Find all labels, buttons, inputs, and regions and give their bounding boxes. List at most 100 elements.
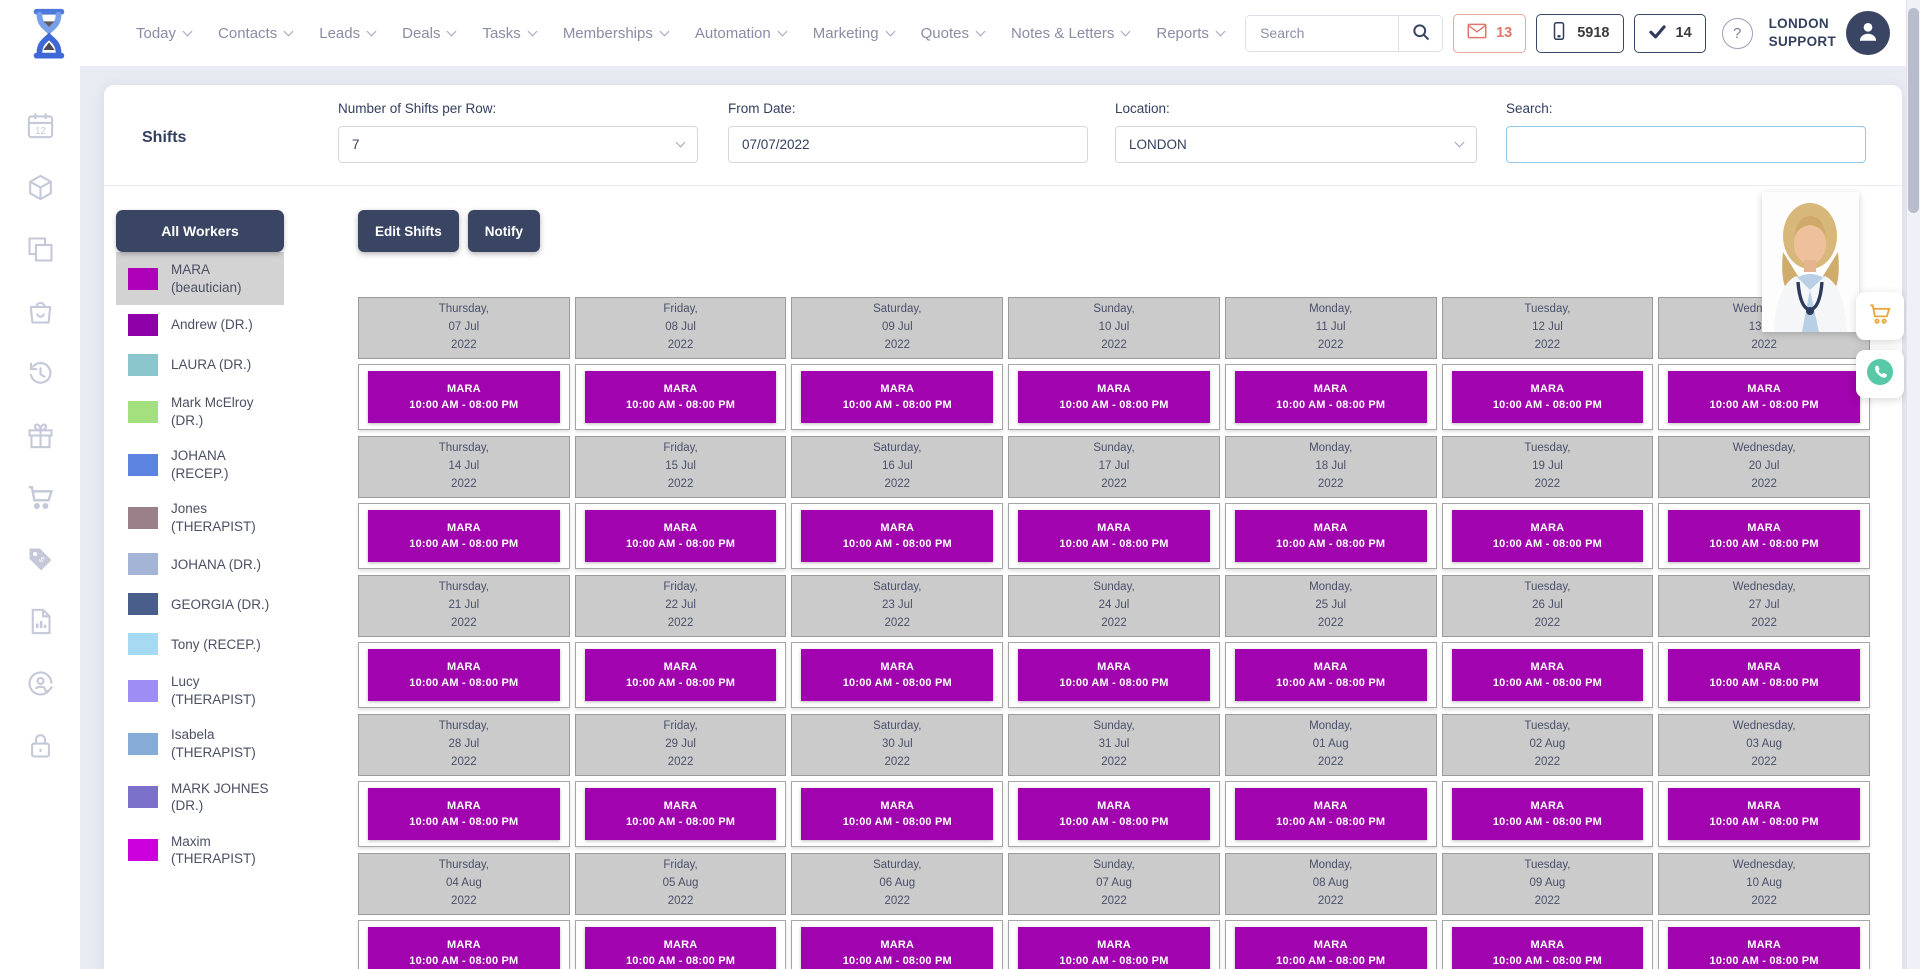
shift-entry[interactable]: MARA10:00 AM - 08:00 PM <box>1018 649 1210 701</box>
shift-entry[interactable]: MARA10:00 AM - 08:00 PM <box>585 510 777 562</box>
shift-entry[interactable]: MARA10:00 AM - 08:00 PM <box>1452 788 1644 840</box>
shift-entry[interactable]: MARA10:00 AM - 08:00 PM <box>585 788 777 840</box>
worker-row-mark-johnes-dr[interactable]: MARK JOHNES (DR.) <box>116 771 284 824</box>
shift-entry[interactable]: MARA10:00 AM - 08:00 PM <box>368 371 560 423</box>
shift-entry[interactable]: MARA10:00 AM - 08:00 PM <box>1018 927 1210 969</box>
notify-button[interactable]: Notify <box>468 210 540 252</box>
shift-entry[interactable]: MARA10:00 AM - 08:00 PM <box>368 788 560 840</box>
worker-row-isabela-therapist[interactable]: Isabela (THERAPIST) <box>116 717 284 770</box>
shift-cell: MARA10:00 AM - 08:00 PM <box>1442 642 1654 708</box>
day-weekday: Tuesday, <box>1524 440 1570 458</box>
shift-entry[interactable]: MARA10:00 AM - 08:00 PM <box>585 371 777 423</box>
nav-item-leads[interactable]: Leads <box>319 25 375 42</box>
nav-item-today[interactable]: Today <box>136 25 191 42</box>
nav-item-notes-letters[interactable]: Notes & Letters <box>1011 25 1129 42</box>
week-row: Thursday,04 Aug2022Friday,05 Aug2022Satu… <box>358 853 1870 969</box>
worker-row-maxim-therapist[interactable]: Maxim (THERAPIST) <box>116 824 284 877</box>
shift-entry[interactable]: MARA10:00 AM - 08:00 PM <box>1235 649 1427 701</box>
shift-entry[interactable]: MARA10:00 AM - 08:00 PM <box>368 927 560 969</box>
worker-row-mark-mcelroy-dr[interactable]: Mark McElroy (DR.) <box>116 385 284 438</box>
nav-item-deals[interactable]: Deals <box>402 25 455 42</box>
shift-worker-name: MARA <box>447 383 481 395</box>
shift-entry[interactable]: MARA10:00 AM - 08:00 PM <box>801 371 993 423</box>
shifts-per-row-select[interactable]: 7 <box>338 126 698 163</box>
edit-shifts-button[interactable]: Edit Shifts <box>358 210 459 252</box>
shift-entry[interactable]: MARA10:00 AM - 08:00 PM <box>1235 927 1427 969</box>
history-icon[interactable] <box>25 358 56 389</box>
nav-item-tasks[interactable]: Tasks <box>482 25 535 42</box>
worker-row-laura-dr[interactable]: LAURA (DR.) <box>116 345 284 385</box>
shift-entry[interactable]: MARA10:00 AM - 08:00 PM <box>1018 788 1210 840</box>
nav-item-reports[interactable]: Reports <box>1156 25 1224 42</box>
week-row: Thursday,28 Jul2022Friday,29 Jul2022Satu… <box>358 714 1870 847</box>
cart-floating-button[interactable] <box>1856 292 1904 340</box>
shift-entry[interactable]: MARA10:00 AM - 08:00 PM <box>1452 371 1644 423</box>
shift-entry[interactable]: MARA10:00 AM - 08:00 PM <box>801 510 993 562</box>
shift-entry[interactable]: MARA10:00 AM - 08:00 PM <box>1668 649 1860 701</box>
cart-icon[interactable] <box>25 482 56 513</box>
shift-entry[interactable]: MARA10:00 AM - 08:00 PM <box>1018 371 1210 423</box>
shift-entry[interactable]: MARA10:00 AM - 08:00 PM <box>1668 788 1860 840</box>
workers-list: MARA (beautician)Andrew (DR.)LAURA (DR.)… <box>116 252 284 877</box>
scrollbar-thumb[interactable] <box>1908 8 1919 213</box>
shift-entry[interactable]: MARA10:00 AM - 08:00 PM <box>801 649 993 701</box>
report-icon[interactable] <box>25 606 56 637</box>
worker-row-georgia-dr[interactable]: GEORGIA (DR.) <box>116 584 284 624</box>
worker-row-mara-beautician[interactable]: MARA (beautician) <box>116 252 284 305</box>
shift-entry[interactable]: MARA10:00 AM - 08:00 PM <box>585 927 777 969</box>
help-button[interactable]: ? <box>1722 18 1753 49</box>
gift-icon[interactable] <box>25 420 56 451</box>
package-icon[interactable] <box>25 172 56 203</box>
shift-entry[interactable]: MARA10:00 AM - 08:00 PM <box>1668 371 1860 423</box>
worker-row-andrew-dr[interactable]: Andrew (DR.) <box>116 305 284 345</box>
shift-entry[interactable]: MARA10:00 AM - 08:00 PM <box>1452 649 1644 701</box>
worker-row-johana-dr[interactable]: JOHANA (DR.) <box>116 544 284 584</box>
worker-row-johana-recep[interactable]: JOHANA (RECEP.) <box>116 438 284 491</box>
shopping-bag-icon[interactable] <box>25 296 56 327</box>
from-date-input[interactable]: 07/07/2022 <box>728 126 1088 163</box>
shift-entry[interactable]: MARA10:00 AM - 08:00 PM <box>1452 510 1644 562</box>
shift-entry[interactable]: MARA10:00 AM - 08:00 PM <box>1668 927 1860 969</box>
search-button[interactable] <box>1398 16 1442 51</box>
filter-search-input[interactable] <box>1506 126 1866 163</box>
worker-color-swatch <box>128 507 158 529</box>
nav-item-automation[interactable]: Automation <box>695 25 786 42</box>
worker-row-tony-recep[interactable]: Tony (RECEP.) <box>116 624 284 664</box>
shift-entry[interactable]: MARA10:00 AM - 08:00 PM <box>1235 788 1427 840</box>
week-row: Thursday,07 Jul2022Friday,08 Jul2022Satu… <box>358 297 1870 430</box>
search-input[interactable] <box>1246 16 1398 51</box>
calendar-icon[interactable]: 12 <box>25 110 56 141</box>
app-logo-icon[interactable] <box>28 7 70 61</box>
shift-cell: MARA10:00 AM - 08:00 PM <box>575 503 787 569</box>
user-avatar[interactable] <box>1846 11 1890 55</box>
call-floating-button[interactable] <box>1856 350 1904 398</box>
shift-entry[interactable]: MARA10:00 AM - 08:00 PM <box>801 927 993 969</box>
nav-item-memberships[interactable]: Memberships <box>563 25 668 42</box>
shift-entry[interactable]: MARA10:00 AM - 08:00 PM <box>368 649 560 701</box>
lock-icon[interactable] <box>25 730 56 761</box>
page-scrollbar[interactable] <box>1906 0 1920 969</box>
tasks-done-badge[interactable]: 14 <box>1634 14 1706 53</box>
tag-icon[interactable]: $ <box>25 544 56 575</box>
shift-entry[interactable]: MARA10:00 AM - 08:00 PM <box>1018 510 1210 562</box>
shift-entry[interactable]: MARA10:00 AM - 08:00 PM <box>1452 927 1644 969</box>
nav-item-quotes[interactable]: Quotes <box>921 25 984 42</box>
location-select[interactable]: LONDON <box>1115 126 1477 163</box>
worker-row-jones-therapist[interactable]: Jones (THERAPIST) <box>116 491 284 544</box>
shift-entry[interactable]: MARA10:00 AM - 08:00 PM <box>585 649 777 701</box>
all-workers-button[interactable]: All Workers <box>116 210 284 252</box>
shift-entry[interactable]: MARA10:00 AM - 08:00 PM <box>1235 510 1427 562</box>
shift-entry[interactable]: MARA10:00 AM - 08:00 PM <box>1668 510 1860 562</box>
shift-entry[interactable]: MARA10:00 AM - 08:00 PM <box>1235 371 1427 423</box>
user-sync-icon[interactable] <box>25 668 56 699</box>
shift-entry[interactable]: MARA10:00 AM - 08:00 PM <box>801 788 993 840</box>
day-year: 2022 <box>1318 337 1344 355</box>
phone-badge[interactable]: 5918 <box>1536 14 1623 53</box>
mail-badge[interactable]: 13 <box>1453 14 1526 53</box>
nav-item-contacts[interactable]: Contacts <box>218 25 292 42</box>
shift-cell: MARA10:00 AM - 08:00 PM <box>1225 642 1437 708</box>
shift-entry[interactable]: MARA10:00 AM - 08:00 PM <box>368 510 560 562</box>
worker-row-lucy-therapist[interactable]: Lucy (THERAPIST) <box>116 664 284 717</box>
copy-icon[interactable] <box>25 234 56 265</box>
nav-item-marketing[interactable]: Marketing <box>813 25 894 42</box>
